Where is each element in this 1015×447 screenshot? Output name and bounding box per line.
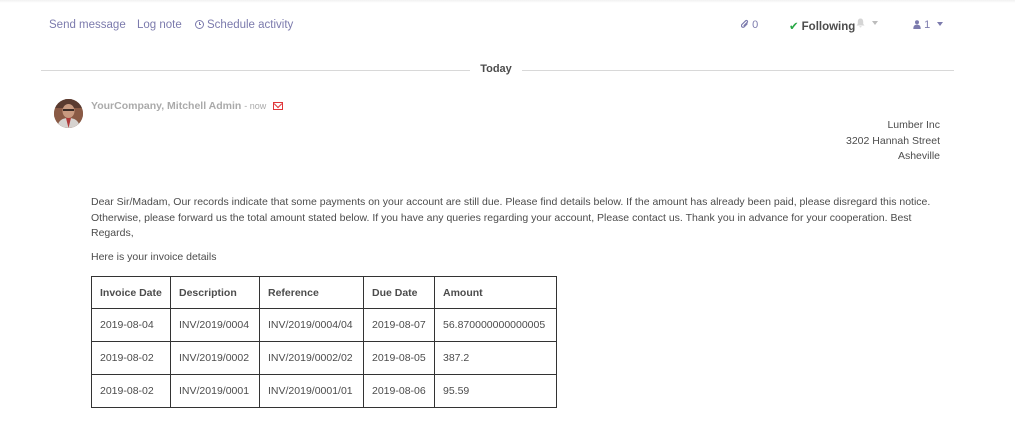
header-reference: Reference [259,276,364,309]
attachments-button[interactable]: 0 [740,19,759,31]
schedule-activity-button[interactable]: Schedule activity [195,19,293,31]
cell-due-date: 2019-08-06 [363,374,435,408]
header-due-date: Due Date [363,276,435,309]
followers-count: 1 [924,19,931,31]
partner-address: Lumber Inc 3202 Hannah Street Asheville [846,118,940,165]
cell-description: INV/2019/0004 [170,308,260,342]
invoice-table: Invoice Date Description Reference Due D… [91,276,557,408]
header-amount: Amount [434,276,557,309]
clock-icon [195,20,204,29]
log-note-button[interactable]: Log note [137,19,182,31]
message-author-line: YourCompany, Mitchell Admin - now [91,100,284,112]
schedule-activity-label: Schedule activity [207,19,294,31]
cell-description: INV/2019/0001 [170,374,260,408]
cell-invoice-date: 2019-08-02 [91,374,171,408]
address-city: Asheville [897,150,940,162]
chevron-down-icon[interactable] [872,21,878,25]
table-row: 2019-08-04 INV/2019/0004 INV/2019/0004/0… [91,308,557,342]
cell-invoice-date: 2019-08-04 [91,308,171,342]
bell-icon[interactable] [856,18,865,31]
attachments-count: 0 [752,19,759,31]
cell-due-date: 2019-08-07 [363,308,435,342]
cell-reference: INV/2019/0002/02 [259,341,364,375]
cell-description: INV/2019/0002 [170,341,260,375]
paperclip-icon [740,19,749,28]
cell-amount: 95.59 [434,374,557,408]
message-time: - now [244,101,267,111]
envelope-icon[interactable] [273,102,284,110]
avatar[interactable] [54,99,83,128]
cell-amount: 56.870000000000005 [434,308,557,342]
header-description: Description [170,276,260,309]
cell-due-date: 2019-08-05 [363,341,435,375]
author-name[interactable]: YourCompany, Mitchell Admin [91,100,241,112]
table-header-row: Invoice Date Description Reference Due D… [91,276,557,309]
table-row: 2019-08-02 INV/2019/0002 INV/2019/0002/0… [91,341,557,375]
chevron-down-icon [937,22,944,26]
following-button[interactable]: ✔ Following [789,19,855,33]
followers-button[interactable]: 1 [913,19,944,31]
cell-invoice-date: 2019-08-02 [91,341,171,375]
cell-reference: INV/2019/0001/01 [259,374,364,408]
send-message-button[interactable]: Send message [49,19,126,31]
cell-amount: 387.2 [434,341,557,375]
cell-reference: INV/2019/0004/04 [259,308,364,342]
date-separator-label: Today [470,63,522,75]
table-row: 2019-08-02 INV/2019/0001 INV/2019/0001/0… [91,374,557,408]
header-invoice-date: Invoice Date [91,276,171,309]
user-icon [913,20,921,29]
message-body: Dear Sir/Madam, Our records indicate tha… [91,196,931,239]
following-label: Following [801,21,856,33]
chatter-toolbar: Send message Log note Schedule activity … [0,0,1015,50]
check-icon: ✔ [789,21,799,33]
invoice-intro: Here is your invoice details [91,251,217,263]
address-street: 3202 Hannah Street [846,134,940,147]
address-company: Lumber Inc [887,119,940,131]
